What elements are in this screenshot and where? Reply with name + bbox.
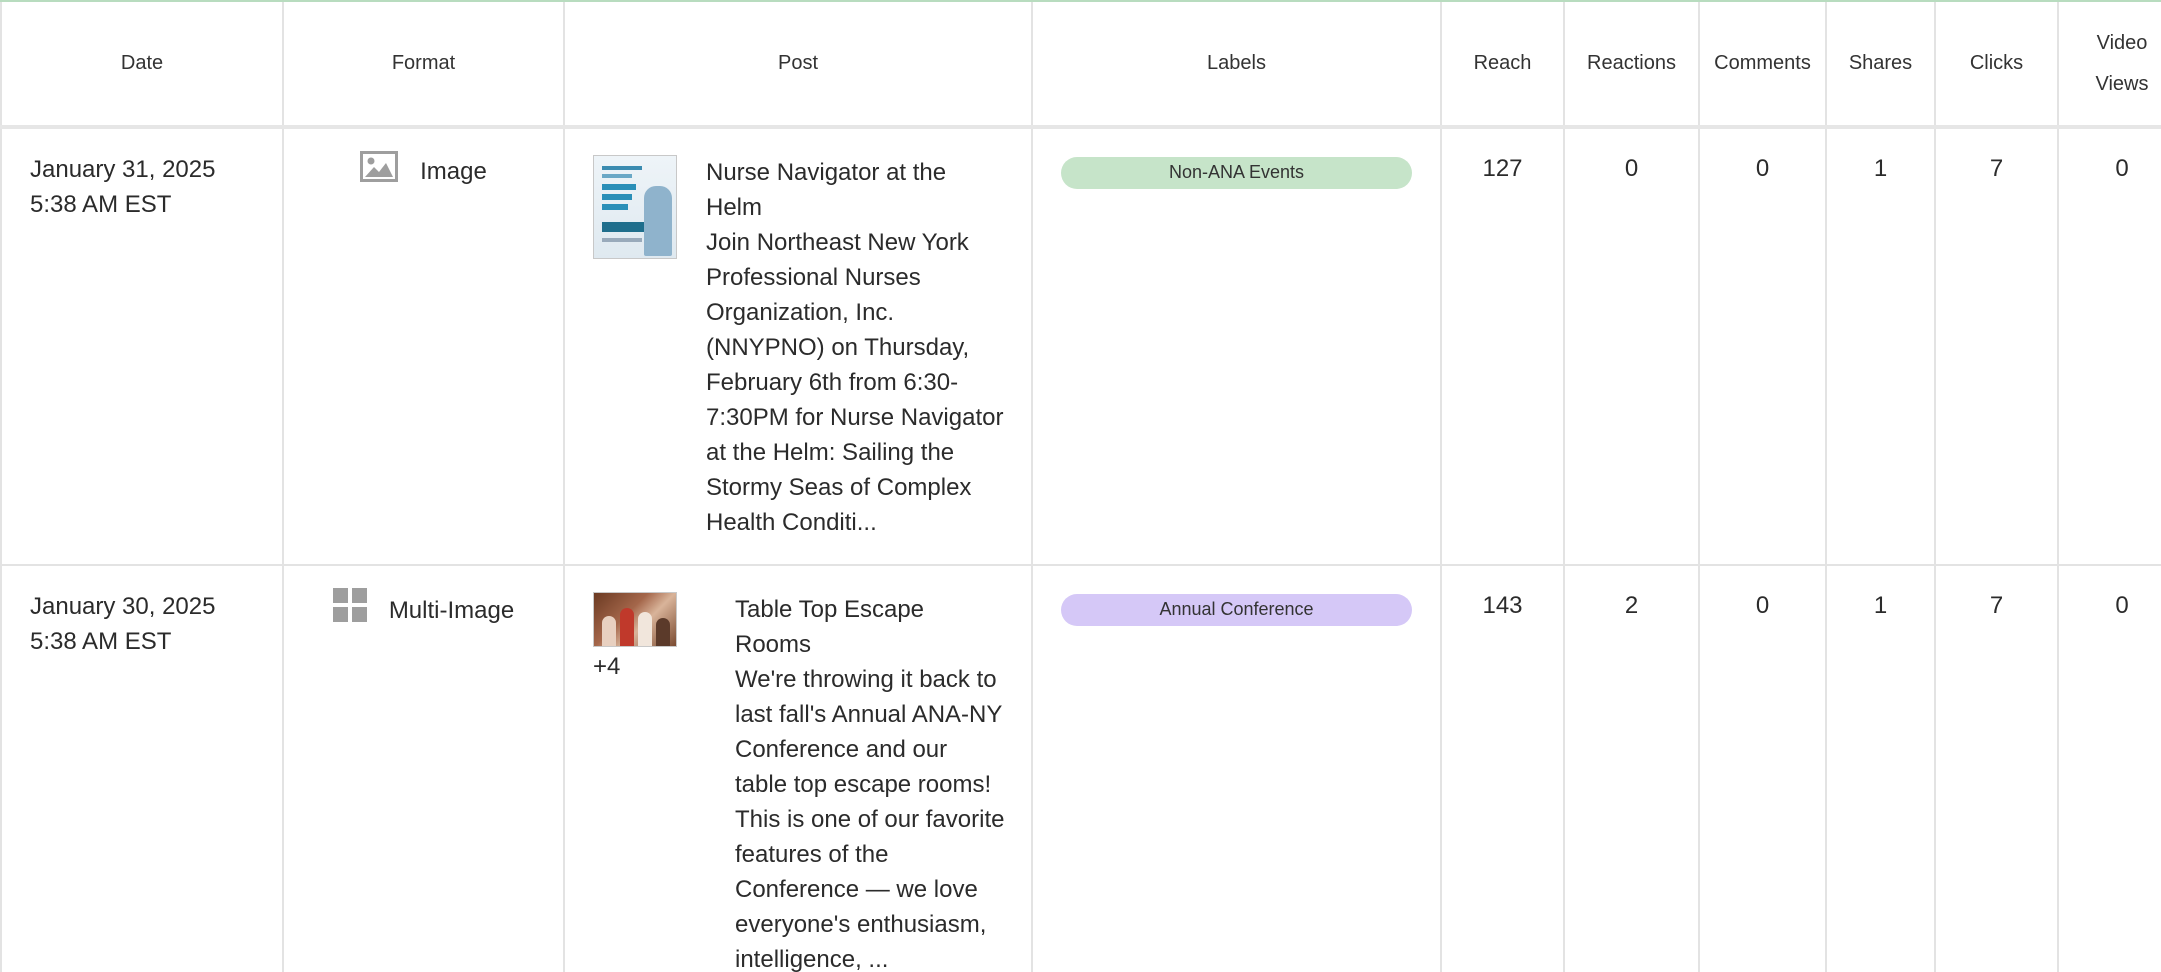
post-performance-table-container: Date Format Post Labels Reach Reactions …	[0, 0, 2161, 972]
format-label: Multi-Image	[388, 596, 515, 624]
reach-cell: 127	[1441, 127, 1565, 566]
clicks-cell: 7	[1935, 127, 2059, 566]
reach-cell: 143	[1441, 565, 1565, 972]
date-cell: January 31, 2025 5:38 AM EST	[0, 127, 284, 566]
column-header-comments[interactable]: Comments	[1699, 2, 1827, 129]
post-text: Nurse Navigator at the Helm Join Northea…	[677, 155, 1031, 540]
date-cell: January 30, 2025 5:38 AM EST	[0, 565, 284, 972]
image-icon	[360, 151, 399, 192]
column-header-reactions[interactable]: Reactions	[1564, 2, 1700, 129]
comments-cell: 0	[1699, 127, 1827, 566]
format-cell: Multi-Image	[283, 565, 565, 972]
post-time: 5:38 AM EST	[30, 191, 172, 218]
label-badge[interactable]: Annual Conference	[1061, 594, 1412, 626]
label-badge[interactable]: Non-ANA Events	[1061, 157, 1412, 189]
video-views-cell: 0	[2058, 565, 2161, 972]
format-label: Image	[420, 158, 487, 185]
table-row[interactable]: January 30, 2025 5:38 AM EST Multi-Image	[0, 565, 2161, 972]
clicks-cell: 7	[1935, 565, 2059, 972]
column-header-post[interactable]: Post	[564, 2, 1033, 129]
post-date: January 31, 2025	[30, 156, 216, 183]
video-views-header-line1: Video	[2096, 31, 2148, 54]
column-header-reach[interactable]: Reach	[1441, 2, 1565, 129]
post-body: Join Northeast New York Professional Nur…	[706, 229, 1004, 536]
comments-cell: 0	[1699, 565, 1827, 972]
post-title: Table Top Escape Rooms	[735, 596, 925, 658]
extra-images-count[interactable]: +4	[593, 649, 677, 684]
labels-cell: Non-ANA Events	[1032, 127, 1442, 566]
table-header-row: Date Format Post Labels Reach Reactions …	[0, 2, 2161, 129]
shares-cell: 1	[1826, 127, 1936, 566]
post-body: We're throwing it back to last fall's An…	[735, 666, 1005, 972]
reactions-cell: 2	[1564, 565, 1700, 972]
video-views-header-line2: Views	[2095, 72, 2149, 95]
post-thumbnail[interactable]	[593, 592, 677, 647]
video-views-cell: 0	[2058, 127, 2161, 566]
column-header-video-views[interactable]: Video Views	[2058, 2, 2161, 129]
post-time: 5:38 AM EST	[30, 628, 172, 655]
column-header-format[interactable]: Format	[283, 2, 565, 129]
reactions-cell: 0	[1564, 127, 1700, 566]
format-cell: Image	[283, 127, 565, 566]
table-row[interactable]: January 31, 2025 5:38 AM EST Image Nurse…	[0, 127, 2161, 566]
post-performance-table: Date Format Post Labels Reach Reactions …	[0, 2, 2161, 972]
post-cell[interactable]: +4 Table Top Escape Rooms We're throwing…	[564, 565, 1033, 972]
column-header-shares[interactable]: Shares	[1826, 2, 1936, 129]
column-header-labels[interactable]: Labels	[1032, 2, 1442, 129]
post-text: Table Top Escape Rooms We're throwing it…	[677, 592, 1031, 972]
shares-cell: 1	[1826, 565, 1936, 972]
column-header-date[interactable]: Date	[0, 2, 284, 129]
grid-icon	[332, 588, 367, 632]
post-date: January 30, 2025	[30, 593, 216, 620]
post-cell[interactable]: Nurse Navigator at the Helm Join Northea…	[564, 127, 1033, 566]
post-title: Nurse Navigator at the Helm	[706, 159, 947, 221]
post-thumbnail[interactable]	[593, 155, 677, 259]
column-header-clicks[interactable]: Clicks	[1935, 2, 2059, 129]
labels-cell: Annual Conference	[1032, 565, 1442, 972]
